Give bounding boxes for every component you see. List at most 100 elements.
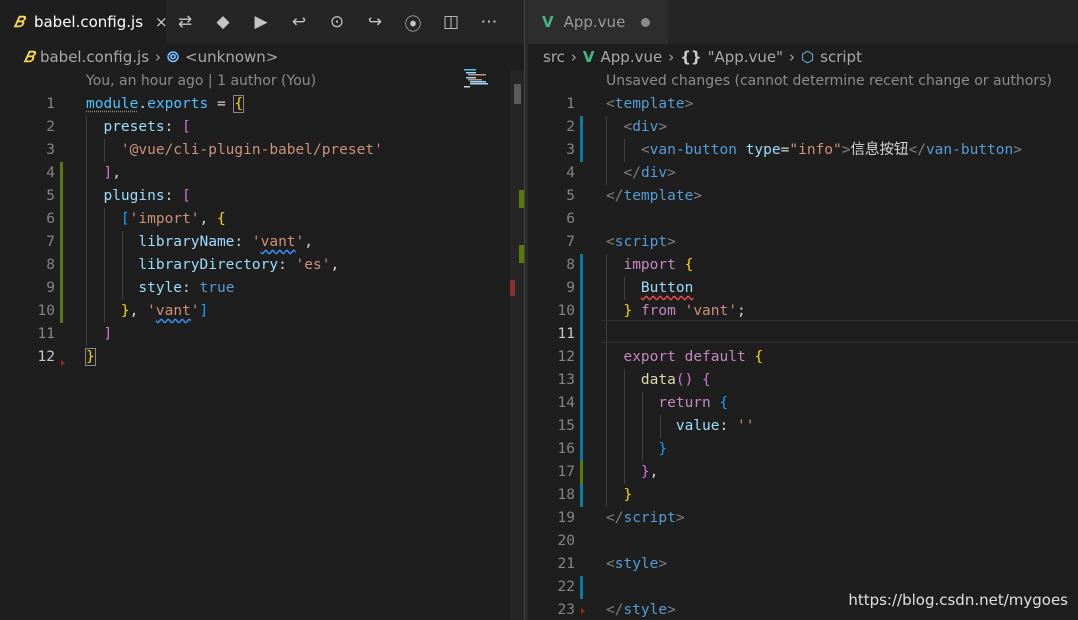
code-token: div [640,165,668,181]
line-number: 16 [557,441,575,457]
code-line[interactable]: 3 <van-button type="info">信息按钮</van-butt… [528,139,1078,162]
breadcrumb-item[interactable]: 𝐵babel.config.js [24,48,149,66]
code-line[interactable]: 9 style: true [0,277,524,300]
breadcrumb-item[interactable]: ⬡ script [801,48,862,66]
git-change-marker[interactable] [580,300,583,323]
breadcrumb-item[interactable]: src [543,48,565,66]
git-change-marker[interactable] [60,162,63,185]
code-line[interactable]: 7 <script> [528,231,1078,254]
code-line[interactable]: 3 '@vue/cli-plugin-babel/preset' [0,139,524,162]
vertical-scrollbar[interactable] [510,70,524,620]
git-change-marker[interactable] [580,392,583,415]
code-line[interactable]: 7 libraryName: 'vant', [0,231,524,254]
code-token: 'vant' [684,303,737,319]
code-line[interactable]: 11 [528,323,1078,346]
git-change-marker[interactable] [60,231,63,254]
code-token: van-button [649,142,737,158]
code-line[interactable]: 15 value: '' [528,415,1078,438]
code-line[interactable]: 21 <style> [528,553,1078,576]
git-change-marker[interactable] [580,484,583,507]
code-token: { [684,257,694,273]
git-change-marker[interactable] [580,116,583,139]
next-change-icon[interactable]: ↪ [356,0,394,44]
line-number: 7 [46,234,55,250]
code-line[interactable]: 16 } [528,438,1078,461]
code-line[interactable]: 4 </div> [528,162,1078,185]
code-editor-left[interactable]: You, an hour ago | 1 author (You) 1 modul… [0,70,524,620]
code-line[interactable]: 13 data() { [528,369,1078,392]
code-line[interactable]: 12} [0,346,524,369]
git-blame-hint: You, an hour ago | 1 author (You) [86,73,317,89]
breadcrumb-item[interactable]: V App.vue [583,48,662,66]
git-change-marker[interactable] [60,254,63,277]
tab-app-vue[interactable]: V App.vue [528,0,668,44]
code-text: Button [606,277,693,300]
code-token: > [1013,142,1022,158]
code-token: libraryDirectory [86,257,279,273]
split-editor-icon[interactable]: ◫ [432,0,470,44]
chevron-right-icon: › [570,48,577,66]
code-line[interactable]: 11 ] [0,323,524,346]
code-line[interactable]: 18 } [528,484,1078,507]
code-line[interactable]: 14 return { [528,392,1078,415]
tab-label: App.vue [563,13,626,31]
git-change-marker[interactable] [580,369,583,392]
code-line[interactable]: 17 }, [528,461,1078,484]
code-line[interactable]: 5 plugins: [ [0,185,524,208]
commit-icon[interactable]: ⊙ [318,0,356,44]
code-line[interactable]: 8 libraryDirectory: 'es', [0,254,524,277]
code-line[interactable]: 10 } from 'vant'; [528,300,1078,323]
git-icon[interactable]: ◆ [204,0,242,44]
code-line[interactable]: 6 [528,208,1078,231]
code-token: , [649,464,659,480]
git-change-marker[interactable] [60,208,63,231]
code-token: = [208,96,235,112]
code-line[interactable]: 1 module.exports = { [0,93,524,116]
code-line[interactable]: 12 export default { [528,346,1078,369]
git-change-marker[interactable] [580,346,583,369]
git-change-marker[interactable] [580,461,583,484]
breadcrumb-item[interactable]: {} "App.vue" [680,48,783,66]
chevron-right-icon: › [155,48,162,66]
code-line[interactable]: 19 </script> [528,507,1078,530]
code-line[interactable]: 6 ['import', { [0,208,524,231]
git-change-marker[interactable] [60,300,63,323]
open-changes-icon[interactable]: ⇄ [166,0,204,44]
code-line[interactable]: 2 presets: [ [0,116,524,139]
tab-babel-config[interactable]: 𝐵 babel.config.js × [0,0,168,44]
code-line[interactable]: 9 Button [528,277,1078,300]
code-line[interactable]: 4 ], [0,162,524,185]
unsaved-dot-icon[interactable] [641,17,651,27]
git-change-marker[interactable] [580,576,583,599]
breadcrumb-item[interactable]: ⦾ <unknown> [167,48,278,66]
git-change-marker[interactable] [580,254,583,277]
scrollbar-thumb[interactable] [514,84,521,104]
code-line[interactable]: 10 }, 'vant'] [0,300,524,323]
more-actions-icon[interactable]: ⋯ [470,0,508,44]
line-number: 7 [566,234,575,250]
breadcrumb-label: script [820,48,862,66]
git-change-marker[interactable] [580,277,583,300]
git-change-marker[interactable] [60,277,63,300]
git-change-marker[interactable] [580,415,583,438]
code-line[interactable]: 5 </template> [528,185,1078,208]
code-text: export default { [606,346,763,369]
code-line[interactable]: 1 <template> [528,93,1078,116]
code-editor-right[interactable]: Unsaved changes (cannot determine recent… [528,70,1078,620]
git-change-marker[interactable] [580,139,583,162]
git-change-marker[interactable] [580,438,583,461]
minimap[interactable] [460,68,510,88]
code-line[interactable]: 2 <div> [528,116,1078,139]
git-change-marker[interactable] [580,323,583,346]
previous-change-icon[interactable]: ↩ [280,0,318,44]
code-line[interactable]: 20 [528,530,1078,553]
git-change-marker[interactable] [60,185,63,208]
timeline-icon[interactable]: ⦿ [394,0,432,44]
code-line[interactable]: 8 import { [528,254,1078,277]
run-icon[interactable]: ▶ [242,0,280,44]
code-token: < [640,142,650,158]
